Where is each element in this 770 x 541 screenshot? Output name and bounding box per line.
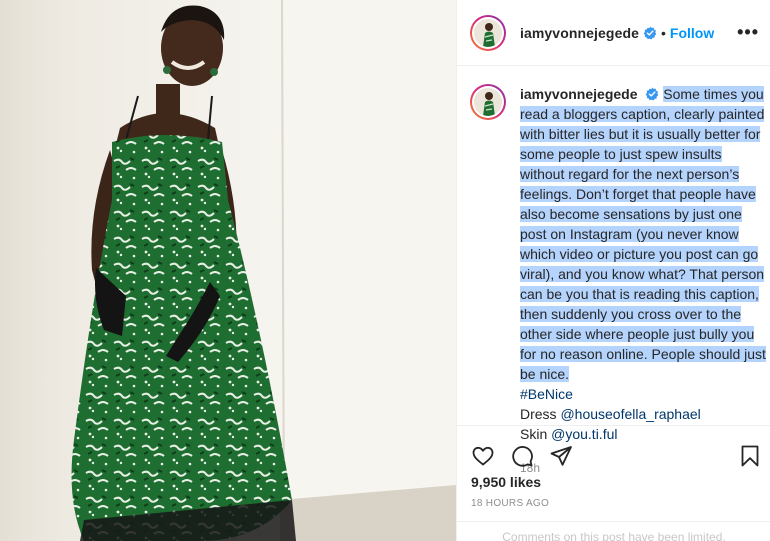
header-username[interactable]: iamyvonnejegede bbox=[520, 25, 639, 41]
hashtag-link[interactable]: #BeNice bbox=[520, 384, 768, 404]
header-separator: • bbox=[661, 24, 666, 41]
post-photo[interactable] bbox=[0, 0, 456, 541]
photo-illustration bbox=[0, 0, 456, 541]
caption-username[interactable]: iamyvonnejegede bbox=[520, 86, 638, 102]
dress-label: Dress bbox=[520, 406, 557, 422]
caption-avatar-image bbox=[474, 88, 502, 116]
caption-line: Some times you bbox=[663, 86, 764, 102]
verified-badge-icon bbox=[643, 26, 657, 39]
follow-button[interactable]: Follow bbox=[670, 25, 714, 41]
likes-count[interactable]: 9,950 likes bbox=[471, 474, 541, 490]
dress-credit: Dress @houseofella_raphael bbox=[520, 404, 768, 424]
caption-line: without regard for the next person’s bbox=[520, 166, 740, 182]
caption-line: with bitter lies but it is usually bette… bbox=[520, 126, 761, 142]
caption-line: viral), and you know what? That person bbox=[520, 266, 765, 282]
caption-text: iamyvonnejegede Some times you read a bl… bbox=[520, 84, 768, 478]
avatar[interactable] bbox=[470, 14, 506, 51]
paper-plane-icon[interactable] bbox=[549, 444, 573, 468]
avatar-image bbox=[474, 18, 502, 47]
more-options-button[interactable]: ••• bbox=[737, 22, 759, 43]
heart-icon[interactable] bbox=[471, 444, 495, 468]
dress-mention-link[interactable]: @houseofella_raphael bbox=[560, 406, 700, 422]
post-timestamp[interactable]: 18 HOURS AGO bbox=[471, 498, 549, 509]
caption-line: then suddenly you cross over to the bbox=[520, 306, 742, 322]
caption-line: which video or picture you post can go bbox=[520, 246, 759, 262]
verified-badge-icon bbox=[646, 87, 659, 101]
caption-line: other side where people just bully you bbox=[520, 326, 755, 342]
bookmark-icon[interactable] bbox=[738, 444, 762, 468]
caption-line: post on Instagram (you never know bbox=[520, 226, 739, 242]
caption-line: can be you that is reading this caption, bbox=[520, 286, 759, 302]
caption-line: read a bloggers caption, clearly painted bbox=[520, 106, 765, 122]
caption-line: feelings. Don’t forget that people have bbox=[520, 186, 756, 202]
caption-line: also become sensations by just one bbox=[520, 206, 742, 222]
caption-line: some people to just spew insults bbox=[520, 146, 722, 162]
comments-limited-note: Comments on this post have been limited. bbox=[457, 521, 770, 541]
post-panel: iamyvonnejegede • Follow ••• iamyvonneje… bbox=[456, 0, 770, 541]
caption-avatar[interactable] bbox=[470, 84, 506, 120]
caption-line: for no reason online. People should just bbox=[520, 346, 766, 362]
caption-block: iamyvonnejegede Some times you read a bl… bbox=[470, 84, 770, 478]
comment-icon[interactable] bbox=[510, 444, 534, 468]
post-header: iamyvonnejegede • Follow ••• bbox=[457, 0, 770, 66]
caption-line: be nice. bbox=[520, 366, 570, 382]
